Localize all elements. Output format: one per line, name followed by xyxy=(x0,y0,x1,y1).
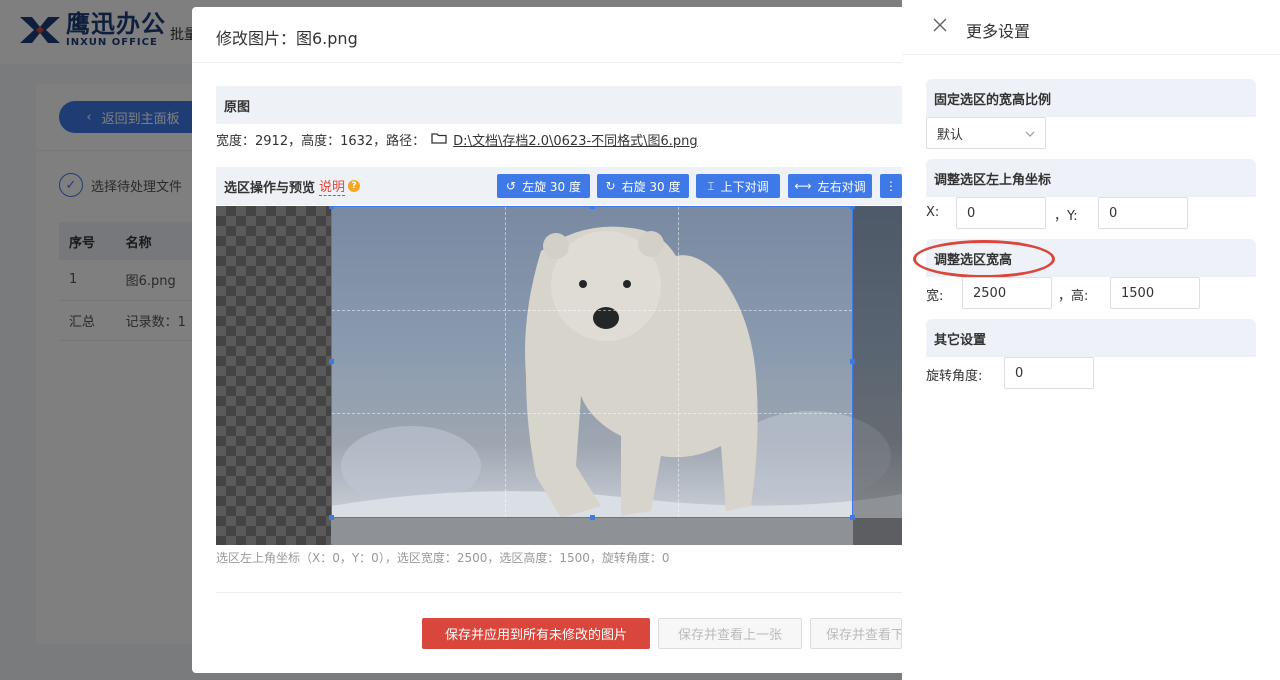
chevron-down-icon xyxy=(1025,127,1035,140)
question-icon[interactable]: ? xyxy=(348,180,361,192)
crop-outside-shade xyxy=(331,518,902,545)
more-icon: ⋮ xyxy=(885,179,897,193)
height-input[interactable]: 1500 xyxy=(1110,277,1200,309)
crop-handle[interactable] xyxy=(329,359,334,364)
x-label: X: xyxy=(926,205,940,220)
flip-vertical-icon: ⌶ xyxy=(707,178,715,193)
close-icon[interactable] xyxy=(930,17,950,38)
divider xyxy=(902,54,1280,55)
height-label: ，高: xyxy=(1058,289,1089,304)
button-label: 左旋 30 度 xyxy=(522,179,581,194)
flip-horizontal-button[interactable]: ⟷ 左右对调 xyxy=(788,174,872,198)
x-input[interactable]: 0 xyxy=(956,197,1046,229)
button-label: 左右对调 xyxy=(817,179,866,194)
width-label: 宽: xyxy=(926,289,944,304)
other-section-header: 其它设置 xyxy=(926,319,1256,357)
rotate-left-icon: ↺ xyxy=(506,179,517,193)
ratio-select[interactable]: 默认 xyxy=(926,117,1046,149)
section-title: 调整选区左上角坐标 xyxy=(934,172,1052,188)
crop-handle[interactable] xyxy=(850,206,855,209)
crop-handle[interactable] xyxy=(329,206,334,209)
save-next-button[interactable]: 保存并查看下 xyxy=(810,618,902,649)
button-label: 上下对调 xyxy=(720,179,769,194)
y-input[interactable]: 0 xyxy=(1098,197,1188,229)
width-input[interactable]: 2500 xyxy=(962,277,1052,309)
section-title: 选区操作与预览 xyxy=(224,180,316,196)
image-dimensions: 宽度：2912，高度：1632，路径： xyxy=(216,134,426,149)
crop-grid-line xyxy=(678,207,680,517)
flip-vertical-button[interactable]: ⌶ 上下对调 xyxy=(696,174,780,198)
coord-section-header: 调整选区左上角坐标 xyxy=(926,159,1256,197)
file-path-link[interactable]: D:\文档\存档2.0\0623-不同格式\图6.png xyxy=(453,130,698,149)
rotation-input[interactable]: 0 xyxy=(1004,357,1094,389)
crop-preview-area[interactable] xyxy=(216,206,902,545)
crop-handle[interactable] xyxy=(850,515,855,520)
drawer-title: 更多设置 xyxy=(966,22,1031,41)
button-label: 右旋 30 度 xyxy=(621,179,681,194)
save-apply-all-button[interactable]: 保存并应用到所有未修改的图片 xyxy=(422,618,650,649)
section-title: 原图 xyxy=(224,99,251,115)
divider xyxy=(216,592,902,593)
crop-grid-line xyxy=(332,413,852,415)
more-tools-button[interactable]: ⋮ xyxy=(880,174,902,198)
crop-grid-line xyxy=(505,207,507,517)
y-label: ，Y: xyxy=(1054,209,1078,224)
crop-outside-shade xyxy=(853,206,902,545)
folder-icon[interactable] xyxy=(431,132,447,148)
dialog-title: 修改图片：图6.png xyxy=(216,29,358,48)
highlight-ellipse xyxy=(913,240,1055,278)
save-prev-button[interactable]: 保存并查看上一张 xyxy=(658,618,802,649)
crop-selection-box[interactable] xyxy=(329,206,855,520)
original-section-header: 原图 xyxy=(216,86,902,124)
crop-grid-line xyxy=(332,310,852,312)
flip-horizontal-icon: ⟷ xyxy=(794,179,812,193)
divider xyxy=(192,62,902,63)
rotate-left-button[interactable]: ↺ 左旋 30 度 xyxy=(497,174,590,198)
section-title: 固定选区的宽高比例 xyxy=(934,92,1052,108)
section-title: 其它设置 xyxy=(934,332,987,348)
ratio-section-header: 固定选区的宽高比例 xyxy=(926,79,1256,117)
select-value: 默认 xyxy=(937,127,964,143)
crop-handle[interactable] xyxy=(329,515,334,520)
image-info: 宽度：2912，高度：1632，路径： D:\文档\存档2.0\0623-不同格… xyxy=(216,130,698,149)
rotate-right-button[interactable]: ↻ 右旋 30 度 xyxy=(597,174,689,198)
selection-status: 选区左上角坐标（X：0，Y：0），选区宽度：2500，选区高度：1500，旋转角… xyxy=(216,551,670,565)
crop-handle[interactable] xyxy=(850,359,855,364)
crop-handle[interactable] xyxy=(590,206,595,209)
rotate-right-icon: ↻ xyxy=(605,179,616,193)
help-link[interactable]: 说明 xyxy=(319,176,346,196)
crop-handle[interactable] xyxy=(590,515,595,520)
rotation-label: 旋转角度: xyxy=(926,369,983,384)
